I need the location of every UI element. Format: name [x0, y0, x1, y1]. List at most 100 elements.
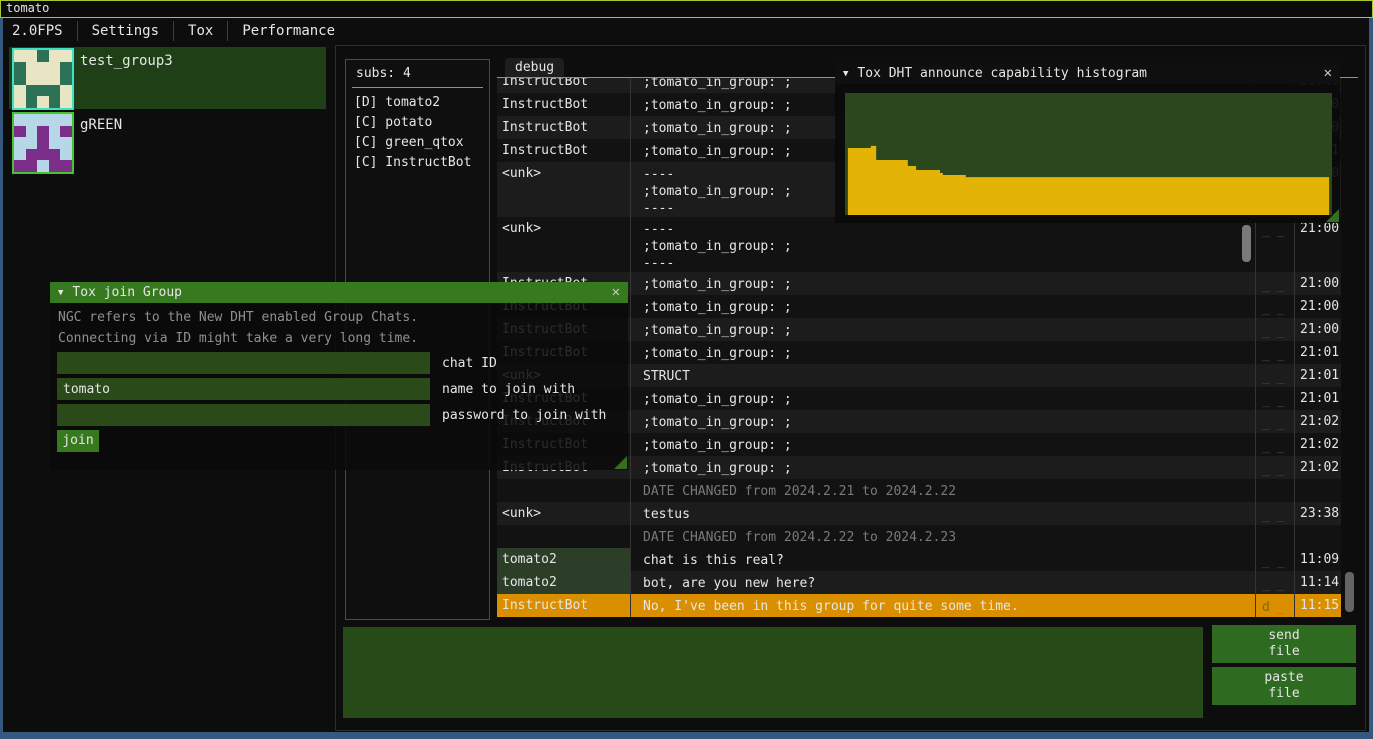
message-input[interactable] — [343, 627, 1203, 718]
message-flags: __ — [1255, 364, 1294, 387]
avatar-pixel — [14, 50, 26, 62]
menu-bar: 2.0FPSSettingsToxPerformance — [8, 20, 349, 42]
avatar-pixel — [60, 114, 72, 126]
flag-pending: _ — [1262, 439, 1270, 454]
chat-message-row[interactable]: InstructBot No, I've been in this group f… — [497, 594, 1341, 617]
join-field-label: chat ID — [442, 356, 497, 371]
flag-pending: _ — [1277, 462, 1285, 477]
chat-scrollbar[interactable] — [1345, 572, 1354, 612]
paste-file-button[interactable]: paste file — [1212, 667, 1356, 705]
flag-pending: _ — [1277, 324, 1285, 339]
avatar-pixel — [49, 85, 61, 97]
avatar-pixel — [26, 96, 38, 108]
menu-item-settings[interactable]: Settings — [78, 22, 173, 40]
message-time: 21:02 — [1294, 456, 1341, 479]
histogram-window: ▼ Tox DHT announce capability histogram … — [835, 63, 1340, 223]
join-button[interactable]: join — [57, 430, 99, 452]
message-time: 21:02 — [1294, 410, 1341, 433]
flag-pending: _ — [1262, 347, 1270, 362]
message-text: testus — [630, 502, 1255, 525]
avatar-pixel — [37, 96, 49, 108]
message-time: 23:38 — [1294, 502, 1341, 525]
join-name-input[interactable]: tomato — [57, 378, 430, 400]
sender-name: tomato2 — [497, 548, 630, 571]
send-file-button[interactable]: send file — [1212, 625, 1356, 663]
chat-message-row[interactable]: tomato2bot, are you new here?__11:14 — [497, 571, 1341, 594]
message-time: 21:01 — [1294, 364, 1341, 387]
subs-member[interactable]: [C] InstructBot — [354, 153, 471, 173]
avatar-pixel — [14, 137, 26, 149]
message-flags: __ — [1255, 410, 1294, 433]
menu-item-2-0fps[interactable]: 2.0FPS — [8, 22, 77, 40]
message-line: ;tomato_in_group: ; — [643, 238, 1255, 255]
message-line: ;tomato_in_group: ; — [643, 437, 1255, 454]
avatar-pixel — [60, 149, 72, 161]
message-line: ;tomato_in_group: ; — [643, 322, 1255, 339]
message-text: ;tomato_in_group: ; — [630, 410, 1255, 433]
join-dialog-title: Tox join Group — [72, 285, 182, 300]
avatar-pixel — [37, 73, 49, 85]
message-time: 21:01 — [1294, 341, 1341, 364]
join-dialog-titlebar[interactable]: ▼ Tox join Group — [50, 282, 628, 303]
message-flags — [1255, 479, 1294, 502]
avatar-pixel — [14, 114, 26, 126]
sender-name: InstructBot — [497, 594, 630, 617]
avatar-pixel — [37, 160, 49, 172]
message-cell-scrollbar[interactable] — [1242, 225, 1251, 262]
resize-grip[interactable] — [614, 456, 627, 469]
flag-pending: _ — [1262, 416, 1270, 431]
collapse-arrow-icon[interactable]: ▼ — [843, 69, 848, 79]
close-icon[interactable]: ✕ — [1324, 65, 1332, 81]
message-line: ---- — [643, 255, 1255, 272]
avatar-pixel — [26, 149, 38, 161]
avatar-pixel — [26, 73, 38, 85]
window-border-right — [1369, 18, 1373, 739]
avatar-pixel — [49, 62, 61, 74]
resize-grip[interactable] — [1326, 209, 1339, 222]
date-changed-text: DATE CHANGED from 2024.2.21 to 2024.2.22 — [630, 479, 1255, 502]
subs-member[interactable]: [C] potato — [354, 113, 471, 133]
flag-pending: _ — [1262, 462, 1270, 477]
close-icon[interactable]: ✕ — [612, 284, 620, 300]
message-text: bot, are you new here? — [630, 571, 1255, 594]
tab-debug[interactable]: debug — [505, 58, 564, 77]
group-name: gREEN — [80, 117, 122, 133]
menu-item-tox[interactable]: Tox — [174, 22, 227, 40]
group-item-gREEN[interactable]: gREEN — [9, 111, 326, 173]
date-changed-text: DATE CHANGED from 2024.2.22 to 2024.2.23 — [630, 525, 1255, 548]
chat-message-row[interactable]: <unk>testus__23:38 — [497, 502, 1341, 525]
collapse-arrow-icon[interactable]: ▼ — [58, 288, 63, 298]
avatar-pixel — [26, 160, 38, 172]
avatar-pixel — [37, 149, 49, 161]
window-border-bottom — [0, 732, 1373, 739]
avatar-pixel — [60, 62, 72, 74]
avatar-pixel — [37, 137, 49, 149]
flag-pending: _ — [1262, 393, 1270, 408]
menu-item-performance[interactable]: Performance — [228, 22, 349, 40]
avatar-pixel — [60, 85, 72, 97]
sender-name: InstructBot — [497, 78, 630, 93]
chat-id-input[interactable] — [57, 352, 430, 374]
message-line: No, I've been in this group for quite so… — [643, 598, 1255, 615]
message-flags: __ — [1255, 217, 1294, 272]
flag-pending: _ — [1277, 554, 1285, 569]
message-line: ;tomato_in_group: ; — [643, 299, 1255, 316]
avatar-pixel — [26, 137, 38, 149]
app-window: tomato 2.0FPSSettingsToxPerformance test… — [0, 0, 1373, 739]
avatar-pixel — [49, 96, 61, 108]
message-line: ---- — [643, 221, 1255, 238]
subs-member[interactable]: [D] tomato2 — [354, 93, 471, 113]
message-text: ;tomato_in_group: ; — [630, 433, 1255, 456]
avatar-pixel — [60, 137, 72, 149]
avatar-pixel — [26, 126, 38, 138]
window-titlebar[interactable]: tomato — [0, 0, 1373, 18]
histogram-window-title: Tox DHT announce capability histogram — [857, 66, 1147, 81]
subs-member[interactable]: [C] green_qtox — [354, 133, 471, 153]
chat-message-row[interactable]: tomato2chat is this real?__11:09 — [497, 548, 1341, 571]
histogram-bars — [845, 93, 1332, 215]
message-time: 11:15 — [1294, 594, 1341, 617]
histogram-window-titlebar[interactable]: ▼ Tox DHT announce capability histogram — [835, 63, 1340, 84]
group-item-test_group3[interactable]: test_group3 — [9, 47, 326, 109]
join-password-input[interactable] — [57, 404, 430, 426]
chat-message-row[interactable]: <unk>----;tomato_in_group: ;----__21:00 — [497, 217, 1341, 272]
